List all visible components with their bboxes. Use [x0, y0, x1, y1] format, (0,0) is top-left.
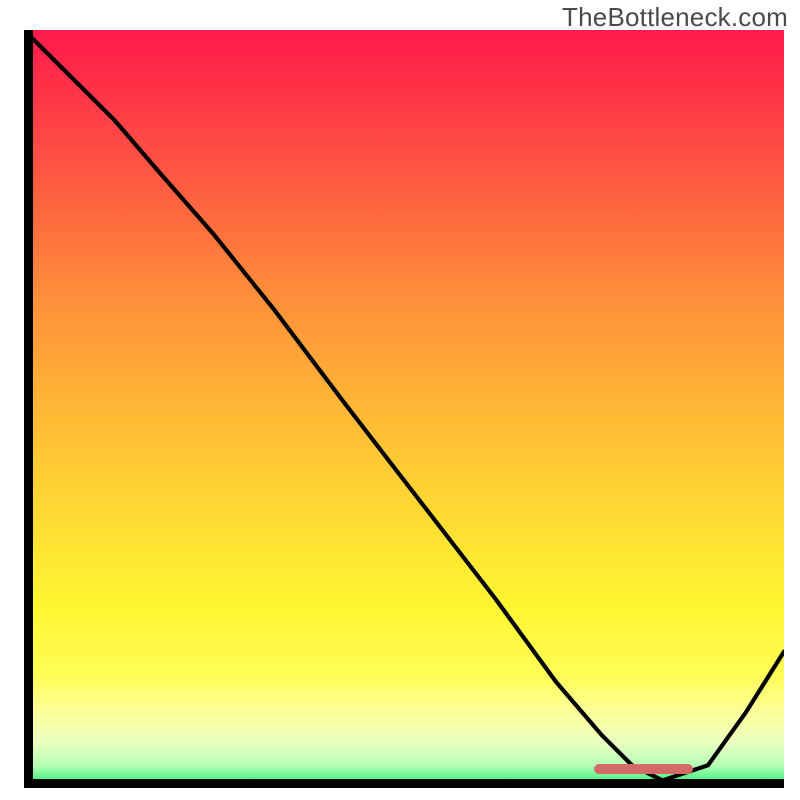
bottleneck-curve [24, 30, 784, 788]
plot-area [24, 30, 784, 788]
watermark-text: TheBottleneck.com [562, 2, 788, 33]
minimum-marker [594, 764, 693, 774]
